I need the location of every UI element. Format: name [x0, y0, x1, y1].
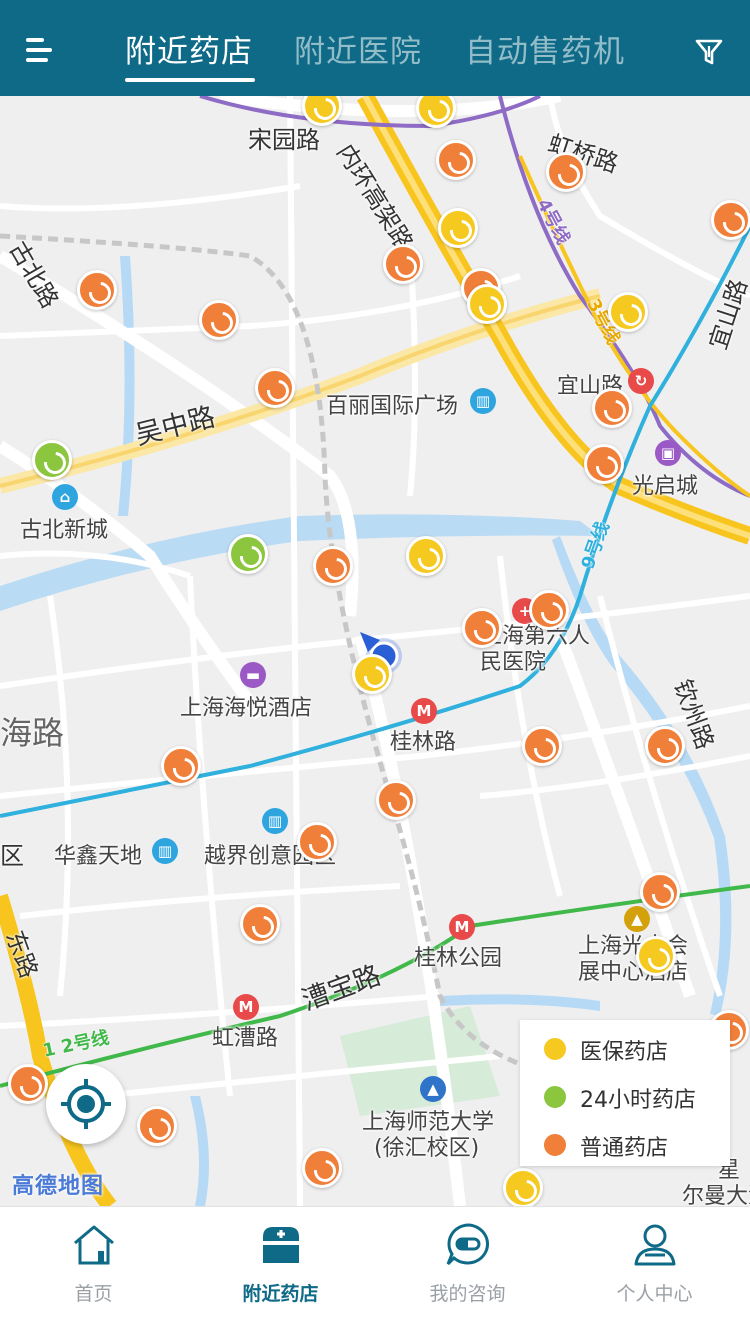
map-logo: 高德地图 — [12, 1174, 105, 1199]
pharmacy-pin[interactable] — [240, 904, 280, 944]
place-label: 百丽国际广场 — [326, 394, 459, 419]
nav-label: 首页 — [74, 1283, 113, 1305]
place-label: 虹漕路 — [212, 1026, 279, 1051]
pharmacy-pin[interactable] — [376, 780, 416, 820]
tab-vending-machine[interactable]: 自动售药机 — [465, 26, 625, 76]
building-icon: ▥ — [152, 838, 178, 864]
place-label: 桂林路 — [390, 730, 457, 755]
active-tab-indicator — [125, 78, 255, 82]
medical-insurance-pharmacy-pin[interactable] — [467, 284, 507, 324]
locate-icon[interactable] — [46, 1064, 126, 1144]
medical-insurance-pharmacy-pin[interactable] — [352, 654, 392, 694]
medical-insurance-pharmacy-pin[interactable] — [636, 936, 676, 976]
nav-home[interactable]: 首页 — [0, 1207, 187, 1325]
legend-label: 24小时药店 — [580, 1088, 696, 1113]
place-label: 古北新城 — [20, 518, 109, 543]
tab-nearby-hospital[interactable]: 附近医院 — [294, 26, 422, 76]
pharmacy-pin[interactable] — [645, 726, 685, 766]
medical-insurance-pharmacy-pin[interactable] — [608, 292, 648, 332]
pharmacy-pin[interactable] — [711, 200, 750, 240]
pharmacy-pin[interactable] — [255, 368, 295, 408]
legend-dot — [542, 1084, 568, 1110]
mall-icon: ▥ — [470, 388, 496, 414]
pharmacy-pin[interactable] — [522, 726, 562, 766]
place-label: 上海海悦酒店 — [180, 696, 313, 721]
place-label: 华鑫天地 — [54, 844, 143, 869]
pharmacy-pin[interactable] — [640, 872, 680, 912]
bottom-nav: 首页 附近药店 我的咨询 个人中心 — [0, 1206, 750, 1325]
nav-personal-center[interactable]: 个人中心 — [561, 1207, 748, 1325]
nav-label: 个人中心 — [616, 1283, 693, 1305]
pharmacy-pin[interactable] — [584, 444, 624, 484]
24h-pharmacy-pin[interactable] — [32, 440, 72, 480]
road-label: 海路 — [0, 714, 65, 752]
road-label: 宋园路 — [248, 126, 320, 154]
legend-label: 普通药店 — [580, 1136, 669, 1161]
24h-pharmacy-pin[interactable] — [228, 534, 268, 574]
legend-label: 医保药店 — [580, 1040, 669, 1065]
legend-item: 24小时药店 — [542, 1080, 732, 1116]
pharmacy-pin[interactable] — [436, 140, 476, 180]
hotel-icon: ▬ — [240, 662, 266, 688]
landmark-icon: ▲ — [624, 906, 650, 932]
metro-station-icon: M — [411, 698, 437, 724]
pharmacy-pin[interactable] — [302, 1148, 342, 1188]
pharmacy-pin[interactable] — [161, 746, 201, 786]
medical-insurance-pharmacy-pin[interactable] — [503, 1168, 543, 1206]
top-bar: 附近药店 附近医院 自动售药机 — [0, 0, 750, 96]
shopping-icon: ▣ — [655, 440, 681, 466]
metro-station-icon: ↻ — [628, 368, 654, 394]
filter-icon[interactable] — [694, 37, 724, 67]
pharmacy-icon — [257, 1221, 305, 1269]
pharmacy-pin[interactable] — [297, 822, 337, 862]
legend-dot — [542, 1036, 568, 1062]
legend-dot — [542, 1132, 568, 1158]
menu-icon[interactable] — [26, 36, 56, 66]
nav-my-consultation[interactable]: 我的咨询 — [374, 1207, 561, 1325]
pharmacy-pin[interactable] — [313, 546, 353, 586]
pharmacy-pin[interactable] — [199, 300, 239, 340]
pharmacy-pin[interactable] — [77, 270, 117, 310]
pharmacy-pin[interactable] — [383, 244, 423, 284]
metro-station-icon: M — [449, 914, 475, 940]
home-icon — [70, 1221, 118, 1269]
road-label: 区 — [0, 842, 24, 870]
place-label: 光启城 — [632, 474, 699, 499]
residence-icon: ⌂ — [52, 484, 78, 510]
pharmacy-pin[interactable] — [137, 1106, 177, 1146]
pharmacy-pin[interactable] — [592, 388, 632, 428]
map-view[interactable]: 宋园路 内环高架路 虹桥路 宜山路 吴中路 古北路 海路 钦州路 漕宝路 东路 … — [0, 96, 750, 1206]
pharmacy-pin[interactable] — [529, 590, 569, 630]
medical-insurance-pharmacy-pin[interactable] — [438, 208, 478, 248]
building-icon: ▥ — [262, 808, 288, 834]
user-icon — [631, 1221, 679, 1269]
university-icon: ▲ — [420, 1076, 446, 1102]
metro-station-icon: M — [233, 994, 259, 1020]
legend: 医保药店 24小时药店 普通药店 — [520, 1020, 730, 1166]
legend-item: 医保药店 — [542, 1032, 732, 1068]
pharmacy-pin[interactable] — [546, 152, 586, 192]
tab-nearby-pharmacy[interactable]: 附近药店 — [125, 26, 253, 76]
place-label: 桂林公园 — [414, 946, 503, 971]
legend-item: 普通药店 — [542, 1128, 732, 1164]
place-label: (徐汇校区) — [374, 1136, 480, 1161]
medical-insurance-pharmacy-pin[interactable] — [406, 536, 446, 576]
nav-nearby-pharmacy[interactable]: 附近药店 — [187, 1207, 374, 1325]
nav-label: 我的咨询 — [429, 1283, 506, 1305]
pharmacy-pin[interactable] — [462, 608, 502, 648]
nav-label: 附近药店 — [242, 1283, 319, 1305]
pharmacy-pin[interactable] — [8, 1064, 48, 1104]
consult-icon — [444, 1221, 492, 1269]
place-label: 尔曼大酒 — [682, 1184, 750, 1206]
